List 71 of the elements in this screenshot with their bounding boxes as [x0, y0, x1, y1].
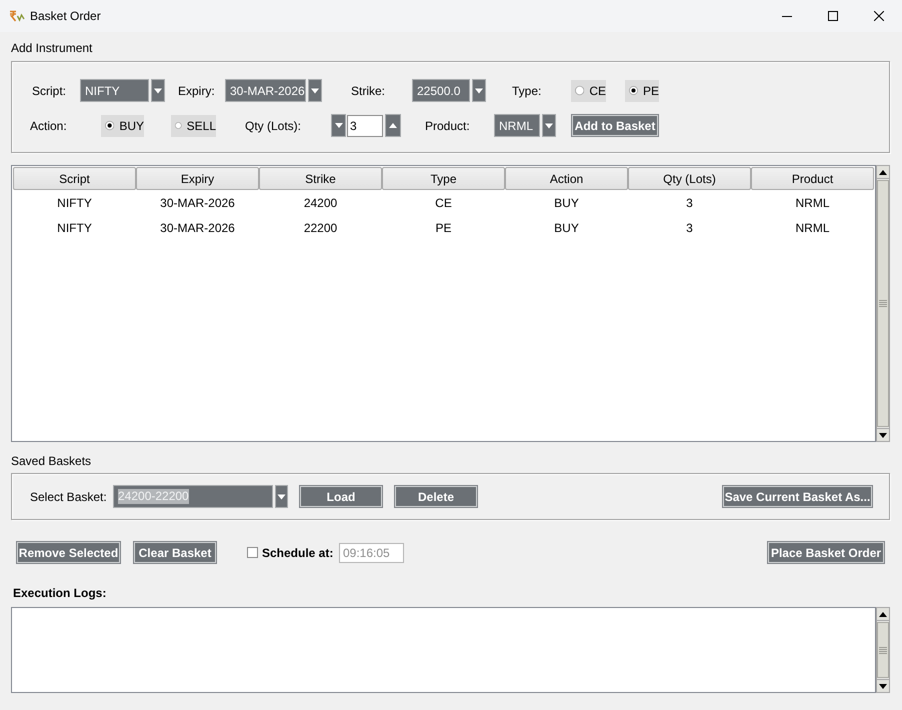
- section-title: Execution Logs:: [13, 585, 106, 601]
- field-label: Action:: [30, 118, 68, 134]
- down-arrow-icon: [879, 432, 887, 438]
- app-logo-icon: [9, 10, 25, 22]
- scrollbar-thumb[interactable]: [877, 622, 889, 678]
- table-cell-text: CE: [434, 194, 453, 212]
- radio-option[interactable]: CE: [571, 80, 606, 102]
- down-arrow-icon: [334, 123, 342, 128]
- table-cell-text: 3: [685, 220, 694, 236]
- field-label: Strike:: [351, 82, 386, 98]
- column-header[interactable]: Qty (Lots): [628, 167, 751, 190]
- table-cell-text: NIFTY: [56, 220, 93, 236]
- table-cell-text: 30-MAR-2026: [159, 194, 236, 212]
- basket-action-button[interactable]: Remove Selected: [16, 541, 121, 564]
- basket-action-button[interactable]: Save Current Basket As...: [722, 485, 873, 508]
- grip-icon: [879, 300, 887, 307]
- table-cell-text: PE: [434, 220, 452, 236]
- table-cell-text: 30-MAR-2026: [159, 220, 236, 236]
- scroll-down-button[interactable]: [877, 428, 889, 441]
- scroll-down-button[interactable]: [877, 679, 889, 692]
- table-cell-text: BUY: [553, 194, 580, 212]
- column-header[interactable]: Strike: [259, 167, 382, 190]
- caret-icon: [542, 114, 556, 137]
- radio-option[interactable]: BUY: [101, 114, 144, 136]
- up-arrow-icon: [879, 170, 887, 174]
- basket-action-button[interactable]: Clear Basket: [133, 541, 217, 564]
- basket-action-button[interactable]: Load: [299, 485, 383, 508]
- table-cell-text: BUY: [553, 220, 580, 236]
- radio-option[interactable]: SELL: [171, 114, 216, 136]
- section-title: Add Instrument: [11, 40, 92, 56]
- field-label: Expiry:: [178, 82, 216, 98]
- window-title: Basket Order: [30, 8, 101, 24]
- up-arrow-icon: [879, 612, 887, 616]
- field-label: Product:: [425, 118, 471, 134]
- field-label: Qty (Lots):: [245, 118, 302, 134]
- basket-action-button[interactable]: Delete: [394, 485, 478, 508]
- field-label: Select Basket:: [30, 488, 108, 504]
- field-label: Schedule at:: [262, 544, 334, 560]
- table-cell-text: 24200: [302, 194, 338, 212]
- caret-icon: [472, 79, 486, 102]
- scroll-up-button[interactable]: [877, 166, 889, 179]
- field-label: Script:: [32, 82, 68, 98]
- qty-input[interactable]: 3: [347, 114, 383, 136]
- radio-option[interactable]: PE: [625, 80, 659, 102]
- caret-icon: [151, 79, 165, 102]
- log-text-area[interactable]: [11, 607, 876, 693]
- down-arrow-icon: [879, 684, 887, 688]
- table-cell-text: 3: [685, 194, 694, 212]
- decrement-button[interactable]: [331, 114, 346, 137]
- increment-button[interactable]: [385, 114, 401, 137]
- table-cell-text: 22200: [302, 220, 338, 236]
- section-title: Saved Baskets: [11, 453, 92, 469]
- table-cell-text: NRML: [794, 194, 830, 212]
- column-header[interactable]: Script: [13, 167, 136, 190]
- caret-icon: [308, 79, 322, 102]
- table-cell-text: NRML: [794, 220, 830, 236]
- close-icon: [874, 11, 884, 21]
- up-arrow-icon: [389, 123, 397, 128]
- table-cell-text: NIFTY: [56, 194, 93, 212]
- maximize-icon: [828, 11, 838, 21]
- column-header[interactable]: Expiry: [136, 167, 259, 190]
- column-header[interactable]: Action: [505, 167, 628, 190]
- column-header[interactable]: Type: [382, 167, 505, 190]
- add-to-basket-button[interactable]: Add to Basket: [571, 114, 659, 137]
- place-order-button[interactable]: Place Basket Order: [767, 541, 885, 564]
- grip-icon: [879, 646, 887, 654]
- caret-icon: [275, 485, 288, 508]
- scrollbar-thumb[interactable]: [877, 180, 889, 427]
- column-header[interactable]: Product: [751, 167, 874, 190]
- scroll-up-button[interactable]: [877, 608, 889, 621]
- field-label: Type:: [512, 82, 542, 98]
